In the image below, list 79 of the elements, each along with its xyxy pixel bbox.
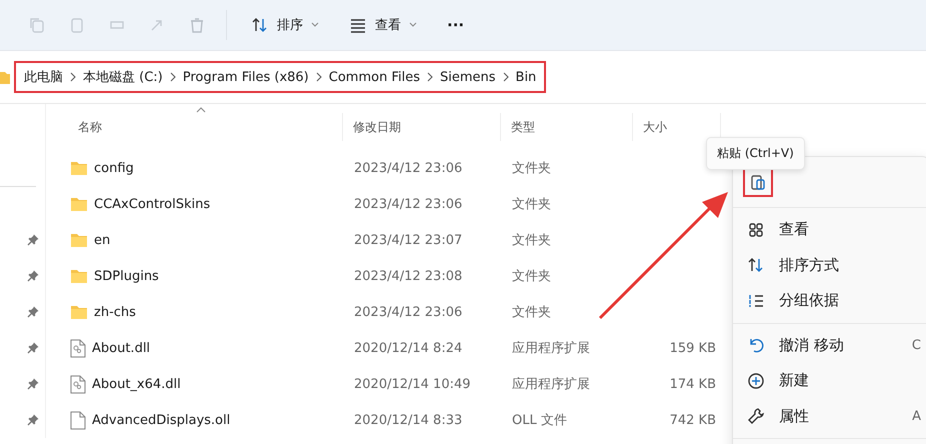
column-header[interactable]: 名称	[68, 113, 342, 141]
pin-icon[interactable]	[27, 306, 39, 318]
grid-icon	[747, 220, 765, 239]
add-icon	[747, 372, 765, 390]
sort-icon	[251, 16, 269, 34]
pin-icon[interactable]	[27, 234, 39, 246]
menu-item[interactable]: 排序方式	[733, 248, 926, 283]
caret-icon	[409, 22, 417, 28]
folder-icon	[70, 268, 88, 284]
pin-icon[interactable]	[27, 414, 39, 426]
menu-item[interactable]: 属性 A	[733, 398, 926, 434]
date-cell-text: 2023/4/12 23:07	[353, 232, 464, 248]
file-name[interactable]: CCAxControlSkins	[94, 196, 210, 212]
type-cell-text: OLL 文件	[511, 412, 568, 429]
folder-icon	[0, 70, 10, 84]
shortcut-text: C	[912, 338, 921, 353]
column-header[interactable]: 修改日期	[342, 113, 500, 141]
folder-icon	[70, 232, 88, 248]
settings-file-icon	[70, 338, 86, 358]
type-cell-text: 文件夹	[511, 304, 552, 321]
date-cell-text: 2020/12/14 8:33	[353, 412, 464, 428]
chevron-icon	[168, 72, 177, 82]
folder-icon	[70, 304, 88, 320]
sort-caret-icon	[196, 107, 206, 113]
file-name[interactable]: en	[94, 232, 110, 248]
pin-icon[interactable]	[27, 270, 39, 282]
menu-item[interactable]: 新建	[733, 363, 926, 398]
size-cell-text: 174 KB	[668, 376, 717, 392]
view-button[interactable]: 查看	[337, 8, 429, 42]
breadcrumb-item[interactable]: 本地磁盘 (C:)	[83, 68, 163, 86]
date-cell-text: 2020/12/14 10:49	[353, 376, 472, 392]
column-header[interactable]: 类型	[500, 113, 632, 141]
date-cell-text: 2023/4/12 23:06	[353, 160, 464, 176]
file-name[interactable]: SDPlugins	[94, 268, 159, 284]
pin-icon[interactable]	[27, 378, 39, 390]
menu-item[interactable]: 查看	[733, 212, 926, 248]
folder-icon	[70, 196, 88, 212]
menu-item[interactable]: 分组依据	[733, 283, 926, 318]
type-cell-text: 应用程序扩展	[511, 376, 591, 393]
copy-icon	[28, 16, 46, 34]
folder-icon	[70, 160, 88, 176]
sort-icon	[747, 256, 765, 274]
type-cell-text: 文件夹	[511, 160, 552, 177]
settings-file-icon	[70, 374, 86, 394]
type-cell-text: 应用程序扩展	[511, 340, 591, 357]
size-cell-text: 159 KB	[668, 340, 717, 356]
breadcrumb-item[interactable]: 此电脑	[24, 68, 63, 86]
date-cell-text: 2020/12/14 8:24	[353, 340, 464, 356]
sort-button[interactable]: 排序	[239, 8, 331, 42]
file-name[interactable]: zh-chs	[94, 304, 136, 320]
trash-icon	[188, 16, 206, 34]
breadcrumb-item[interactable]: Common Files	[328, 70, 420, 84]
wrench-icon	[747, 407, 765, 426]
shortcut-text: A	[912, 408, 921, 424]
chevron-icon	[69, 72, 77, 82]
more-button[interactable]: ···	[435, 8, 476, 42]
tooltip: 粘贴 (Ctrl+V)	[706, 137, 805, 170]
file-name[interactable]: About_x64.dll	[92, 376, 181, 392]
breadcrumb-item[interactable]: Program Files (x86)	[182, 70, 309, 84]
chevron-icon	[314, 72, 323, 82]
file-name[interactable]: config	[94, 160, 134, 176]
size-cell-text: 742 KB	[668, 412, 717, 428]
file-name[interactable]: About.dll	[92, 340, 150, 356]
chevron-icon	[426, 72, 434, 82]
menu-item[interactable]: 撤消 移动 C	[733, 328, 926, 363]
breadcrumb-item[interactable]: Siemens	[440, 70, 496, 84]
type-cell-text: 文件夹	[511, 196, 552, 213]
paste-icon	[749, 173, 767, 191]
file-icon	[70, 410, 86, 430]
date-cell-text: 2023/4/12 23:06	[353, 304, 464, 320]
date-cell-text: 2023/4/12 23:06	[353, 196, 464, 212]
chevron-icon	[502, 72, 510, 82]
type-cell-text: 文件夹	[511, 232, 552, 249]
file-name[interactable]: AdvancedDisplays.oll	[92, 412, 230, 428]
date-cell-text: 2023/4/12 23:08	[353, 268, 464, 284]
caret-icon	[311, 22, 319, 28]
pin-icon[interactable]	[27, 342, 39, 354]
breadcrumb-item[interactable]: Bin	[516, 70, 536, 84]
type-cell-text: 文件夹	[511, 268, 552, 285]
